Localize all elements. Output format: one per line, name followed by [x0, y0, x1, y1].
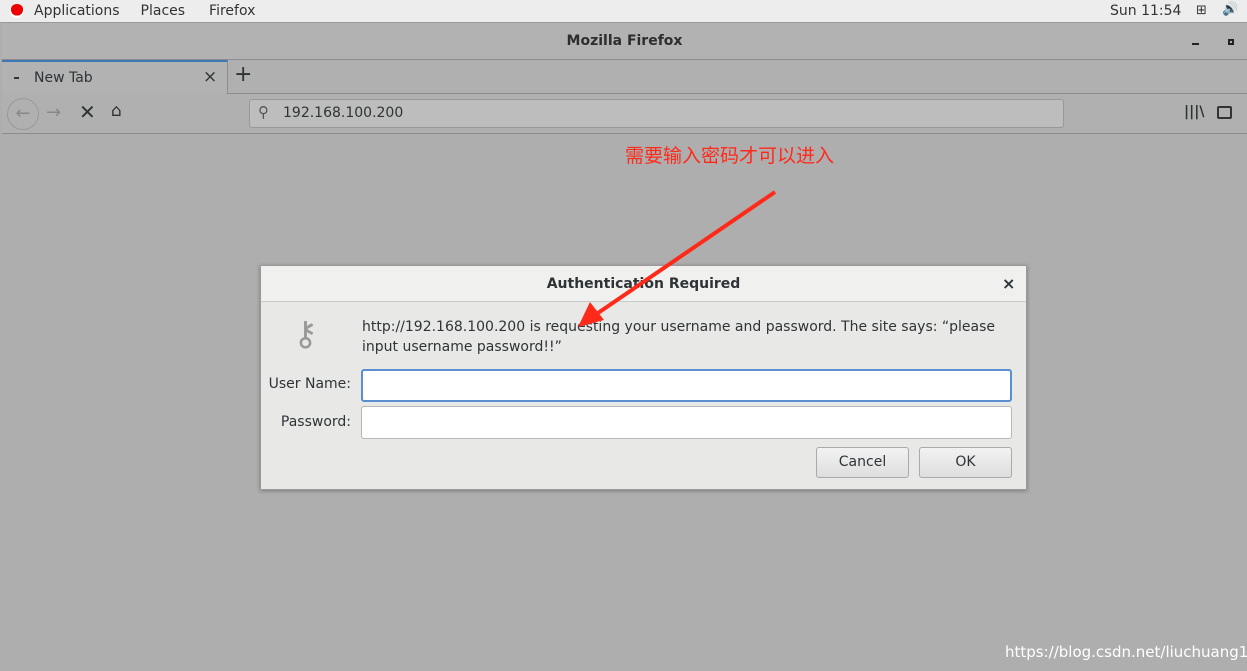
arrow-head [578, 302, 604, 327]
watermark: https://blog.csdn.net/liuchuang11 [1005, 643, 1247, 661]
arrow-shaft [596, 190, 777, 315]
annotation-arrow [578, 190, 777, 327]
